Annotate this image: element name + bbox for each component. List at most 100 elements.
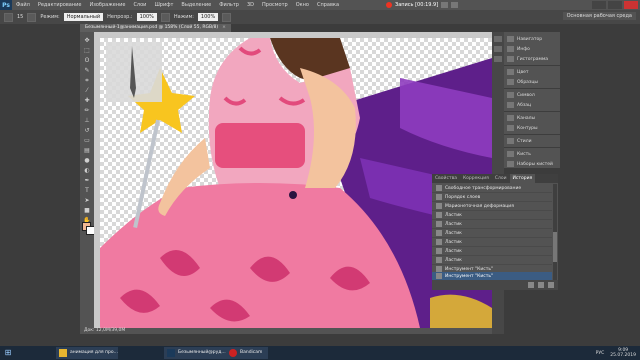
flow-label: Нажим: <box>173 14 194 20</box>
camera-icon[interactable] <box>538 282 544 288</box>
windows-start-icon[interactable]: ⊞ <box>2 348 14 358</box>
menu-image[interactable]: Изображение <box>85 2 129 8</box>
history-item[interactable]: Ластик <box>432 247 552 256</box>
trash-icon[interactable] <box>548 282 554 288</box>
panel-brush-presets[interactable]: Наборы кистей <box>504 159 560 169</box>
history-item[interactable]: Ластик <box>432 229 552 238</box>
tab-adjustments[interactable]: Коррекция <box>460 174 492 183</box>
eraser-icon <box>436 212 442 218</box>
camera-icon[interactable] <box>451 2 459 8</box>
menu-type[interactable]: Шрифт <box>150 2 177 8</box>
gradient-tool-icon[interactable]: ▤ <box>82 146 92 155</box>
menu-layers[interactable]: Слои <box>129 2 150 8</box>
stop-record-button[interactable] <box>441 2 449 8</box>
healing-tool-icon[interactable]: ✚ <box>82 96 92 105</box>
maximize-button[interactable] <box>608 1 622 9</box>
brush-tool-icon[interactable]: ✏ <box>82 106 92 115</box>
panel-channels[interactable]: Каналы <box>504 113 560 123</box>
brush-panel-icon[interactable] <box>27 12 37 22</box>
history-icon[interactable] <box>494 36 502 42</box>
panel-styles[interactable]: Стили <box>504 136 560 146</box>
history-item[interactable]: Порядок слоев <box>432 193 552 202</box>
shape-tool-icon[interactable]: ■ <box>82 206 92 215</box>
document-title: Безымянный-1@анимация.psd @ 158% (Слой 5… <box>85 25 219 30</box>
history-item[interactable]: Свободное трансформирование <box>432 184 552 193</box>
document-tab[interactable]: Безымянный-1@анимация.psd @ 158% (Слой 5… <box>80 24 231 32</box>
menu-view[interactable]: Просмотр <box>258 2 292 8</box>
close-tab-icon[interactable]: × <box>222 25 226 30</box>
airbrush-icon[interactable] <box>222 12 232 22</box>
history-item[interactable]: Ластик <box>432 238 552 247</box>
properties-icon[interactable] <box>494 56 502 62</box>
actions-icon[interactable] <box>494 46 502 52</box>
history-item[interactable]: Ластик <box>432 256 552 265</box>
panel-brush[interactable]: Кисть <box>504 149 560 159</box>
panel-paths[interactable]: Контуры <box>504 123 560 133</box>
panel-histogram[interactable]: Гистограмма <box>504 54 560 64</box>
taskbar-bandicam-button[interactable]: Bandicam <box>226 347 268 359</box>
quick-select-tool-icon[interactable]: ✎ <box>82 66 92 75</box>
pressure-opacity-icon[interactable] <box>160 12 170 22</box>
brush-preset-icon[interactable] <box>4 12 13 22</box>
history-scrollbar[interactable] <box>553 184 557 280</box>
scrollbar-thumb[interactable] <box>553 232 557 262</box>
menu-help[interactable]: Справка <box>313 2 343 8</box>
tab-layers[interactable]: Слои <box>492 174 510 183</box>
panel-info[interactable]: Инфо <box>504 44 560 54</box>
panel-navigator-label: Навигатор <box>517 36 543 42</box>
menu-window[interactable]: Окно <box>292 2 313 8</box>
histogram-icon <box>507 56 514 62</box>
history-item-label: Инструмент "Кисть" <box>445 273 494 279</box>
panel-paragraph[interactable]: Абзац <box>504 100 560 110</box>
history-item-label: Ластик <box>445 248 462 254</box>
lasso-tool-icon[interactable]: ʘ <box>82 56 92 65</box>
brush-size-value[interactable]: 15 <box>17 14 23 20</box>
recording-indicator: Запись [00:19.9] <box>386 1 459 9</box>
pen-tool-icon[interactable]: ✒ <box>82 176 92 185</box>
eraser-tool-icon[interactable]: ▭ <box>82 136 92 145</box>
taskbar-explorer-button[interactable]: анимация для про... <box>56 347 118 359</box>
minimize-button[interactable] <box>592 1 606 9</box>
history-brush-tool-icon[interactable]: ↺ <box>82 126 92 135</box>
panel-paragraph-label: Абзац <box>517 102 532 108</box>
screen: Ps Файл Редактирование Изображение Слои … <box>0 0 640 360</box>
mode-select[interactable]: Нормальный <box>63 13 104 21</box>
panel-character[interactable]: Символ <box>504 90 560 100</box>
tab-history[interactable]: История <box>509 174 536 183</box>
flow-field[interactable]: 100% <box>197 13 219 21</box>
opacity-field[interactable]: 100% <box>136 13 157 21</box>
taskbar-button-label: анимация для про... <box>70 350 118 355</box>
history-item[interactable]: Ластик <box>432 220 552 229</box>
taskbar-photoshop-button[interactable]: Безымянный@руд... <box>164 347 226 359</box>
brush-icon <box>507 151 514 157</box>
new-snapshot-icon[interactable] <box>528 282 534 288</box>
path-select-tool-icon[interactable]: ➤ <box>82 196 92 205</box>
type-tool-icon[interactable]: T <box>82 186 92 195</box>
dodge-tool-icon[interactable]: ◐ <box>82 166 92 175</box>
eyedropper-tool-icon[interactable]: ⁄ <box>82 86 92 95</box>
crop-tool-icon[interactable]: ⌗ <box>82 76 92 85</box>
move-tool-icon[interactable]: ✥ <box>82 36 92 45</box>
language-indicator[interactable]: РУС <box>596 351 605 356</box>
close-button[interactable] <box>624 1 638 9</box>
status-bar: Док: 12,0M/39,0M <box>80 328 492 334</box>
panel-color[interactable]: Цвет <box>504 67 560 77</box>
panel-swatches[interactable]: Образцы <box>504 77 560 87</box>
history-item[interactable]: Марионеточная деформация <box>432 202 552 211</box>
blur-tool-icon[interactable]: ● <box>82 156 92 165</box>
tab-properties[interactable]: Свойства <box>432 174 460 183</box>
history-item-label: Ластик <box>445 239 462 245</box>
menu-3d[interactable]: 3D <box>243 2 258 8</box>
history-item[interactable]: Ластик <box>432 211 552 220</box>
panel-navigator[interactable]: Навигатор <box>504 34 560 44</box>
menu-filter[interactable]: Фильтр <box>215 2 243 8</box>
marquee-tool-icon[interactable]: ⬚ <box>82 46 92 55</box>
stamp-tool-icon[interactable]: ⊥ <box>82 116 92 125</box>
workspace-select[interactable]: Основная рабочая среда <box>562 12 636 20</box>
menu-select[interactable]: Выделение <box>177 2 215 8</box>
menu-edit[interactable]: Редактирование <box>34 2 86 8</box>
clock[interactable]: 9:09 25.07.2019 <box>610 348 636 358</box>
panel-divider <box>504 147 560 148</box>
menu-file[interactable]: Файл <box>12 2 34 8</box>
menu-bar: Ps Файл Редактирование Изображение Слои … <box>0 0 640 10</box>
